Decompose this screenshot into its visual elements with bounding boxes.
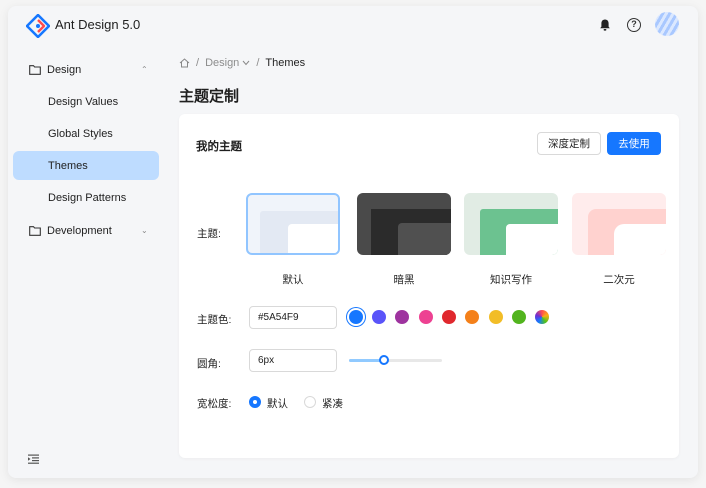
- theme-label: 主题:: [197, 228, 221, 240]
- breadcrumb-separator: /: [196, 57, 200, 69]
- compact-radio-compact[interactable]: [304, 396, 316, 408]
- sidebar-group-design[interactable]: Design ⌃: [13, 55, 159, 84]
- sidebar-label: Global Styles: [48, 127, 113, 140]
- sidebar-label: Design Values: [48, 95, 119, 108]
- compact-label: 宽松度:: [197, 398, 232, 410]
- theme-card: 我的主题 深度定制 去使用 主题: 默认 暗黑 知识写作 二次元 主题色: #5…: [179, 114, 679, 458]
- chevron-up-icon: ⌃: [141, 65, 148, 74]
- radio-label: 紧凑: [322, 398, 343, 410]
- radius-slider-track[interactable]: [349, 359, 442, 362]
- breadcrumb-separator: /: [256, 57, 260, 69]
- radius-slider-handle[interactable]: [379, 355, 390, 365]
- compact-radio-default[interactable]: [249, 396, 261, 408]
- user-avatar[interactable]: [655, 12, 679, 36]
- color-swatch-red[interactable]: [442, 310, 456, 324]
- theme-option-anime[interactable]: [572, 193, 666, 255]
- color-swatch-green[interactable]: [512, 310, 526, 324]
- sidebar-item-themes[interactable]: Themes: [13, 151, 159, 180]
- brand-title: Ant Design 5.0: [55, 17, 141, 32]
- sidebar-item-global-styles[interactable]: Global Styles: [13, 119, 159, 148]
- sidebar-label: Design Patterns: [48, 191, 127, 204]
- breadcrumb: / Design / Themes: [179, 57, 305, 69]
- sidebar-label: Development: [47, 224, 112, 237]
- color-swatch-pink[interactable]: [419, 310, 433, 324]
- folder-icon: [29, 225, 41, 236]
- theme-option-default[interactable]: [246, 193, 340, 255]
- page-title: 主题定制: [179, 88, 240, 105]
- theme-name: 默认: [282, 274, 304, 286]
- sidebar-group-development[interactable]: Development ⌄: [13, 216, 159, 245]
- sidebar-label: Themes: [48, 159, 88, 172]
- color-input[interactable]: #5A54F9: [249, 306, 337, 329]
- breadcrumb-design[interactable]: Design: [205, 57, 239, 69]
- question-circle-icon[interactable]: ?: [627, 18, 641, 32]
- theme-name: 二次元: [603, 274, 635, 286]
- radio-label: 默认: [267, 398, 288, 410]
- theme-option-dark[interactable]: [357, 193, 451, 255]
- ant-design-logo-icon[interactable]: [26, 14, 50, 38]
- top-bar: Ant Design 5.0 ?: [8, 6, 698, 46]
- sidebar-item-design-values[interactable]: Design Values: [13, 87, 159, 116]
- theme-name: 知识写作: [490, 274, 532, 286]
- bell-icon[interactable]: [598, 18, 612, 32]
- color-swatch-magenta[interactable]: [395, 310, 409, 324]
- radius-label: 圆角:: [197, 358, 221, 370]
- use-theme-button[interactable]: 去使用: [607, 132, 661, 155]
- color-swatch-yellow[interactable]: [489, 310, 503, 324]
- menu-fold-icon[interactable]: [28, 454, 39, 464]
- custom-theme-button[interactable]: 深度定制: [537, 132, 601, 155]
- color-swatch-blue[interactable]: [349, 310, 363, 324]
- radius-input[interactable]: 6px: [249, 349, 337, 372]
- app-window: Ant Design 5.0 ? Design ⌃ Design Values …: [8, 6, 698, 478]
- home-icon[interactable]: [179, 58, 190, 68]
- color-swatch-purple[interactable]: [372, 310, 386, 324]
- color-picker-swatch[interactable]: [535, 310, 549, 324]
- chevron-down-icon: ⌄: [141, 226, 148, 235]
- chevron-down-icon[interactable]: [242, 60, 250, 66]
- color-swatch-orange[interactable]: [465, 310, 479, 324]
- sidebar-label: Design: [47, 63, 82, 76]
- folder-icon: [29, 64, 41, 75]
- color-label: 主题色:: [197, 314, 232, 326]
- sidebar-item-design-patterns[interactable]: Design Patterns: [13, 183, 159, 212]
- card-title: 我的主题: [196, 141, 242, 153]
- theme-option-knowledge[interactable]: [464, 193, 558, 255]
- theme-name: 暗黑: [393, 274, 415, 286]
- breadcrumb-current: Themes: [265, 57, 306, 69]
